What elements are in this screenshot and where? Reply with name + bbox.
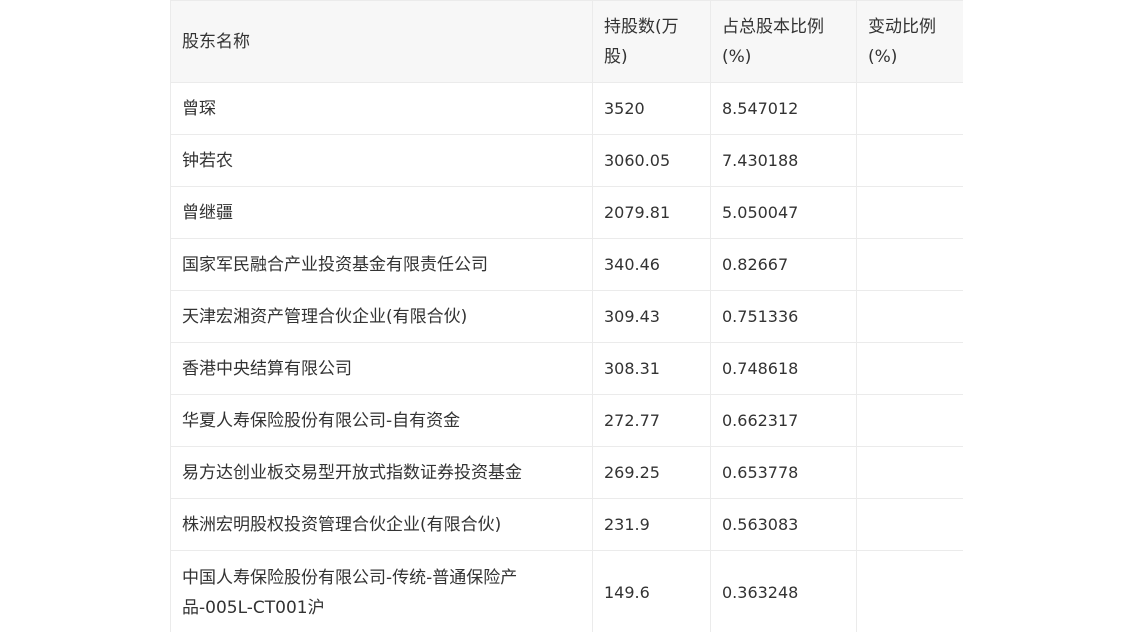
cell-shareholder-name: 国家军民融合产业投资基金有限责任公司 [170,238,593,291]
table-row: 易方达创业板交易型开放式指数证券投资基金 269.25 0.653778 [170,446,963,499]
cell-ratio: 8.547012 [710,82,857,135]
cell-shares: 308.31 [592,342,711,395]
table-row: 曾继疆 2079.81 5.050047 [170,186,963,239]
cell-ratio: 7.430188 [710,134,857,187]
cell-change [856,238,963,291]
cell-shares: 309.43 [592,290,711,343]
cell-shares: 3520 [592,82,711,135]
cell-shareholder-name: 天津宏湘资产管理合伙企业(有限合伙) [170,290,593,343]
header-change: 变动比例(%) [856,0,963,83]
table-row: 钟若农 3060.05 7.430188 [170,134,963,187]
cell-shareholder-name: 易方达创业板交易型开放式指数证券投资基金 [170,446,593,499]
cell-ratio: 0.653778 [710,446,857,499]
table-row: 华夏人寿保险股份有限公司-自有资金 272.77 0.662317 [170,394,963,447]
cell-change [856,186,963,239]
cell-shares: 2079.81 [592,186,711,239]
cell-shares: 340.46 [592,238,711,291]
cell-ratio: 0.662317 [710,394,857,447]
cell-ratio: 0.82667 [710,238,857,291]
cell-change [856,394,963,447]
cell-ratio: 0.751336 [710,290,857,343]
cell-ratio: 0.563083 [710,498,857,551]
cell-change [856,290,963,343]
header-ratio: 占总股本比例(%) [710,0,857,83]
cell-shares: 3060.05 [592,134,711,187]
cell-shares: 231.9 [592,498,711,551]
cell-ratio: 0.363248 [710,550,857,632]
cell-shareholder-name: 华夏人寿保险股份有限公司-自有资金 [170,394,593,447]
cell-change [856,446,963,499]
shareholder-table: 股东名称 持股数(万股) 占总股本比例(%) 变动比例(%) 曾琛 3520 8… [170,0,963,632]
cell-shares: 272.77 [592,394,711,447]
table-row: 中国人寿保险股份有限公司-传统-普通保险产品-005L-CT001沪 149.6… [170,550,963,632]
table-row: 天津宏湘资产管理合伙企业(有限合伙) 309.43 0.751336 [170,290,963,343]
cell-change [856,82,963,135]
cell-change [856,498,963,551]
cell-shares: 149.6 [592,550,711,632]
cell-shares: 269.25 [592,446,711,499]
table-row: 国家军民融合产业投资基金有限责任公司 340.46 0.82667 [170,238,963,291]
cell-shareholder-name: 曾继疆 [170,186,593,239]
header-shares: 持股数(万股) [592,0,711,83]
cell-shareholder-name: 香港中央结算有限公司 [170,342,593,395]
cell-shareholder-name: 曾琛 [170,82,593,135]
cell-change [856,134,963,187]
cell-shareholder-name: 株洲宏明股权投资管理合伙企业(有限合伙) [170,498,593,551]
cell-change [856,342,963,395]
cell-ratio: 0.748618 [710,342,857,395]
table-header-row: 股东名称 持股数(万股) 占总股本比例(%) 变动比例(%) [170,0,963,83]
cell-shareholder-name: 钟若农 [170,134,593,187]
table-row: 香港中央结算有限公司 308.31 0.748618 [170,342,963,395]
cell-change [856,550,963,632]
table-row: 株洲宏明股权投资管理合伙企业(有限合伙) 231.9 0.563083 [170,498,963,551]
header-shareholder-name: 股东名称 [170,0,593,83]
table-row: 曾琛 3520 8.547012 [170,82,963,135]
cell-shareholder-name: 中国人寿保险股份有限公司-传统-普通保险产品-005L-CT001沪 [170,550,593,632]
cell-ratio: 5.050047 [710,186,857,239]
shareholder-table-container: 股东名称 持股数(万股) 占总股本比例(%) 变动比例(%) 曾琛 3520 8… [170,0,963,632]
